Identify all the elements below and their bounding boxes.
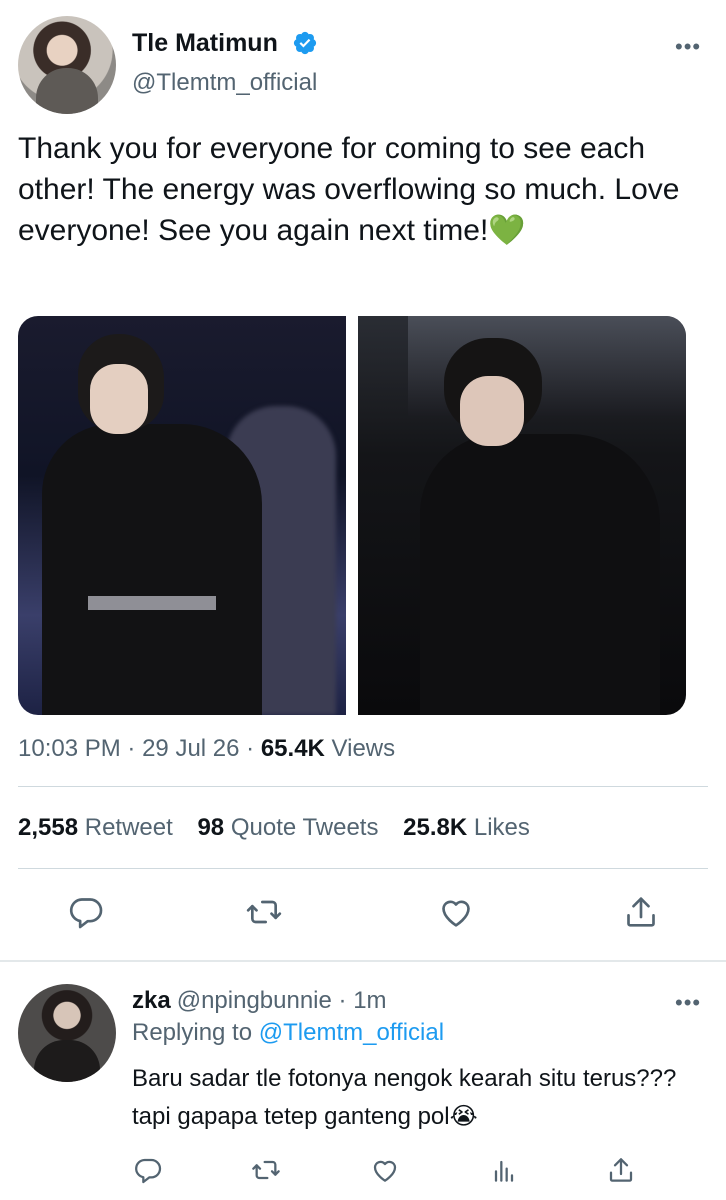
views-count: 65.4K [260,735,325,762]
performer-body [420,434,660,715]
reply-header: zka @npingbunnie · 1m [132,986,387,1016]
heart-icon[interactable] [436,892,476,932]
tweet-photo[interactable] [18,316,346,715]
verified-badge-icon [292,30,318,56]
likes-count: 25.8K [403,814,468,841]
reply-more-options-button[interactable]: ••• [675,990,701,1016]
quotes-count: 98 [197,814,225,841]
likes-label: Likes [473,814,530,841]
share-icon[interactable] [605,1154,637,1186]
retweets-label: Retweet [84,814,173,841]
likes-stat[interactable]: 25.8K Likes [403,814,530,841]
replying-to: Replying to @Tlemtm_official [132,1018,444,1048]
performer-body [42,424,262,715]
reply-display-name[interactable]: zka [132,987,171,1014]
reply-text: Baru sadar tle fotonya nengok kearah sit… [132,1065,677,1130]
share-icon[interactable] [621,892,661,932]
more-options-button[interactable]: ••• [675,34,701,60]
reply-icon[interactable] [132,1154,164,1186]
heart-icon[interactable] [369,1154,401,1186]
separator-dot: · [246,735,255,762]
retweet-icon[interactable] [244,892,284,932]
reply-icon[interactable] [66,892,106,932]
quotes-stat[interactable]: 98 Quote Tweets [197,814,378,841]
performer-belt [88,596,216,610]
tweet-actions [0,892,726,936]
views-label: Views [331,735,396,762]
divider [18,868,708,869]
quotes-label: Quote Tweets [230,814,379,841]
retweets-count: 2,558 [18,814,79,841]
separator-dot: · [127,735,136,762]
author-avatar[interactable] [18,16,116,114]
tweet-timestamp: 10:03 PM · 29 Jul 26 · 65.4K Views [18,734,395,764]
divider [18,786,708,787]
analytics-icon[interactable] [488,1154,520,1186]
engagement-stats: 2,558 Retweet 98 Quote Tweets 25.8K Like… [18,812,548,844]
replying-prefix: Replying to [132,1019,253,1046]
reply-handle[interactable]: @npingbunnie [177,987,332,1014]
tweet-time[interactable]: 10:03 PM [18,735,121,762]
tweet-text: Thank you for everyone for coming to see… [18,132,680,247]
retweets-stat[interactable]: 2,558 Retweet [18,814,173,841]
author-handle[interactable]: @Tlemtm_official [132,68,317,98]
separator-dot: · [338,987,347,1014]
replying-handle-link[interactable]: @Tlemtm_official [259,1019,444,1046]
retweet-icon[interactable] [250,1154,282,1186]
performer-face [460,376,524,446]
author-display-name[interactable]: Tle Matimun [132,28,278,58]
performer-face [90,364,148,434]
tweet-photo[interactable] [358,316,686,715]
reply-time[interactable]: 1m [353,987,386,1014]
media-grid [18,316,686,715]
tweet-date[interactable]: 29 Jul 26 [142,735,239,762]
reply-tweet[interactable]: zka @npingbunnie · 1m ••• Replying to @Tl… [0,962,726,1200]
reply-author-avatar[interactable] [18,984,116,1082]
reply-actions [0,1154,726,1190]
